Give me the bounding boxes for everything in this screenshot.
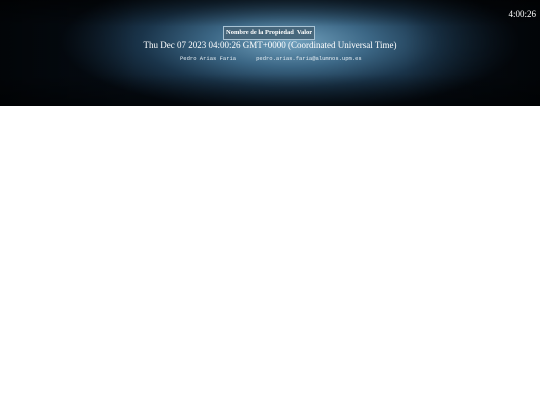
header-banner: 4:00:26 Nombre de la Propiedad Valor Thu…: [0, 0, 540, 106]
table-header-value: Valor: [296, 29, 313, 36]
author-info: Pedro Arias Faria pedro.arias.faria@alum…: [180, 55, 362, 62]
date-text: Thu Dec 07 2023 04:00:26 GMT+0000 (Coord…: [143, 40, 397, 50]
clock: 4:00:26: [508, 9, 536, 19]
properties-table: Nombre de la Propiedad Valor: [223, 26, 316, 40]
author-name: Pedro Arias Faria: [180, 55, 237, 62]
author-email: pedro.arias.faria@alumnos.upm.es: [256, 55, 362, 62]
table-header-name: Nombre de la Propiedad: [226, 29, 294, 36]
